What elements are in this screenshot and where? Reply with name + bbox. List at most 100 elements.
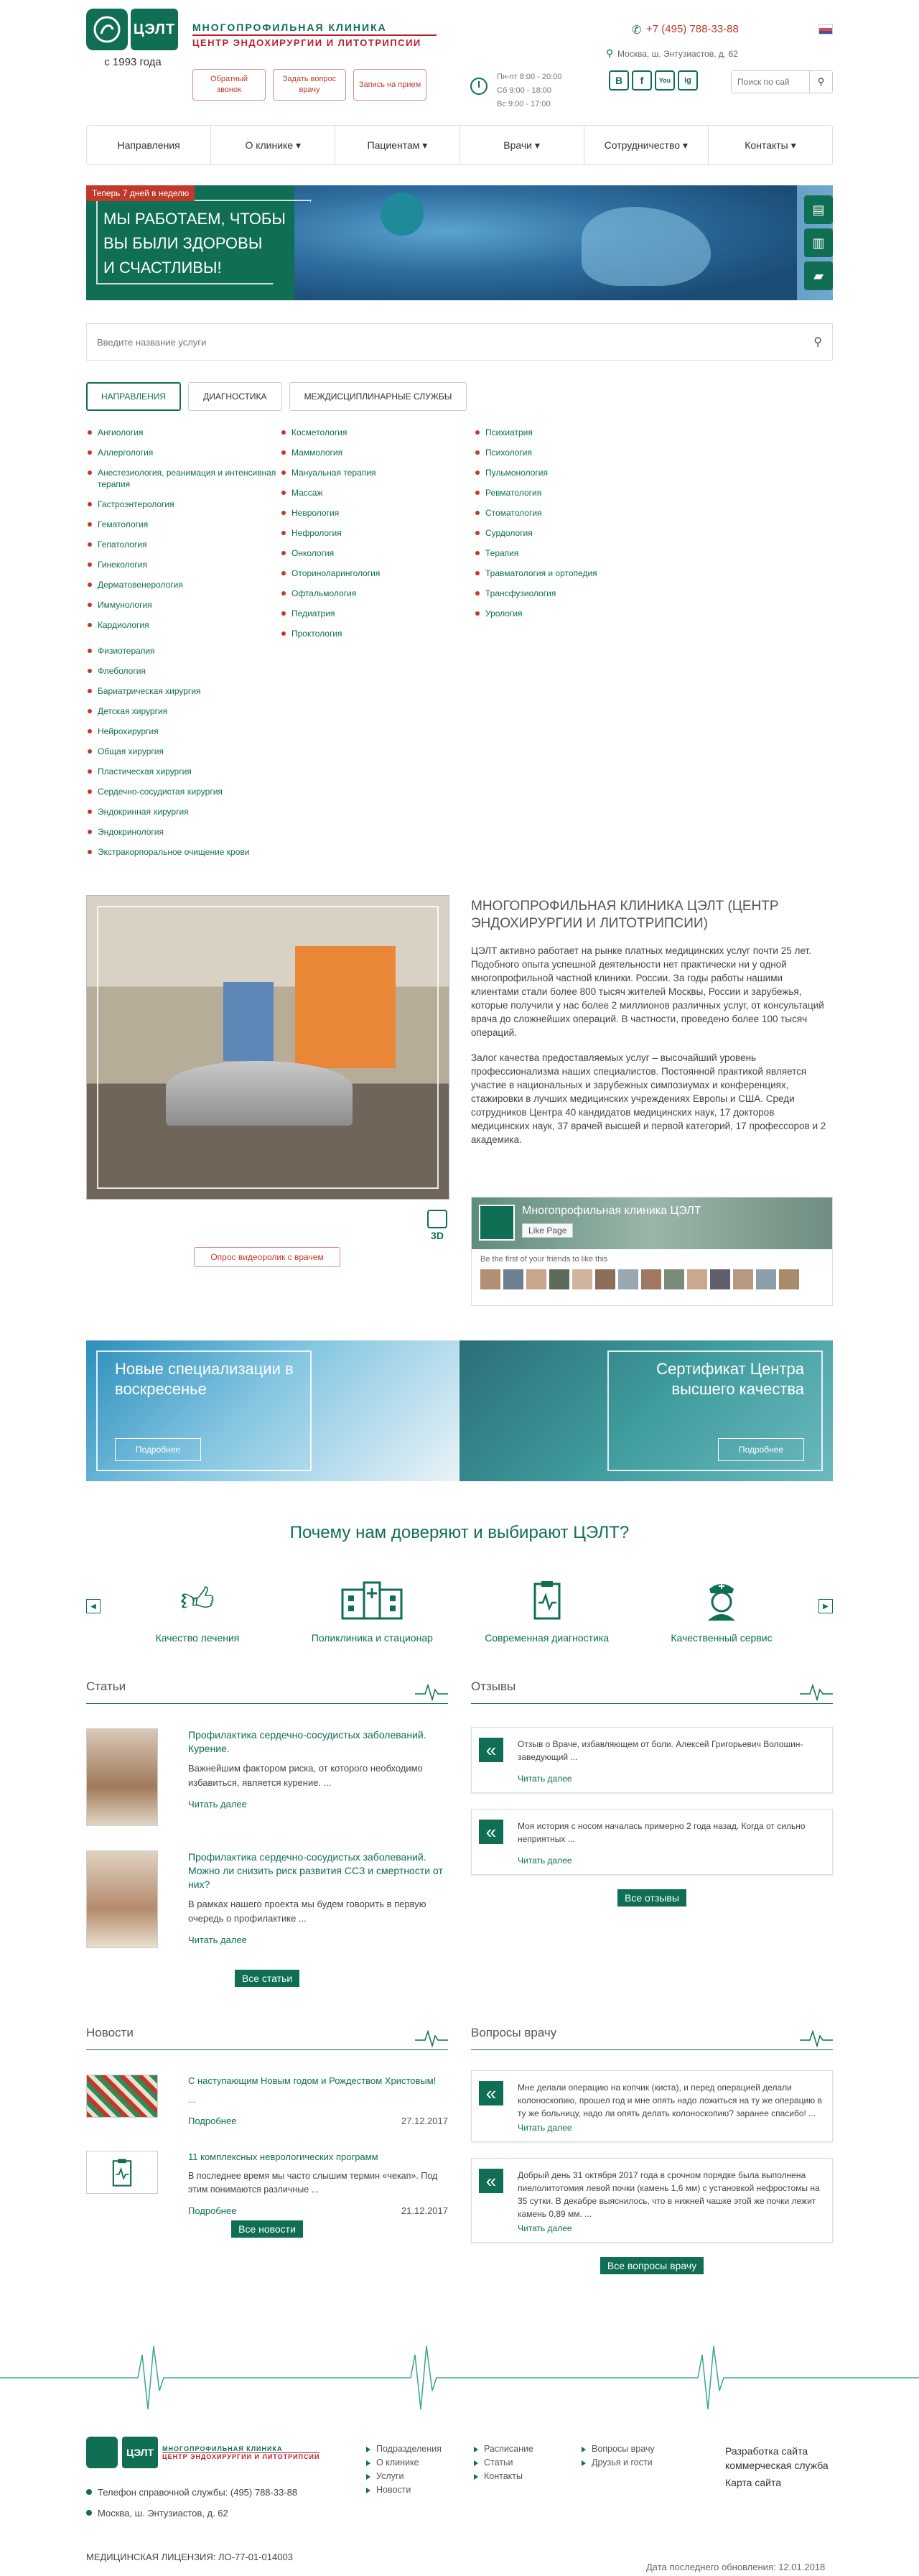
tour-3d-icon[interactable]: 3D — [425, 1210, 449, 1244]
service-link[interactable]: Травматология и ортопедия — [474, 567, 668, 579]
service-link[interactable]: Офтальмология — [280, 588, 474, 599]
read-more-link[interactable]: Читать далее — [188, 1935, 448, 1945]
why-item-quality[interactable]: 👍︎ Качество лечения — [115, 1576, 280, 1644]
service-link[interactable]: Экстракорпоральное очищение крови — [86, 846, 280, 858]
why-item-polyclinic[interactable]: Поликлиника и стационар — [289, 1576, 454, 1644]
service-link[interactable]: Онкология — [280, 547, 474, 559]
footer-link[interactable]: Статьи — [474, 2457, 533, 2468]
footer-link[interactable]: Вопросы врачу — [582, 2444, 655, 2454]
news-title[interactable]: С наступающим Новым годом и Рождеством Х… — [188, 2075, 448, 2088]
service-link[interactable]: Урология — [474, 608, 668, 619]
footer-link[interactable]: Подразделения — [366, 2444, 442, 2454]
service-link[interactable]: Кардиология — [86, 619, 280, 631]
facebook-page-name[interactable]: Многопрофильная клиника ЦЭЛТ — [522, 1205, 701, 1218]
news-more-link[interactable]: Подробнее — [188, 2116, 236, 2126]
promo-sunday[interactable]: Новые специализации в воскресенье Подроб… — [86, 1340, 460, 1481]
service-link[interactable]: Общая хирургия — [86, 746, 280, 757]
service-link[interactable]: Пластическая хирургия — [86, 766, 280, 777]
phone-number[interactable]: +7 (495) 788-33-88 — [646, 23, 739, 35]
service-link[interactable]: Психиатрия — [474, 427, 668, 438]
service-link[interactable]: Сердечно-сосудистая хирургия — [86, 786, 280, 797]
service-link[interactable]: Оториноларингология — [280, 567, 474, 579]
service-link[interactable]: Нейрохирургия — [86, 726, 280, 737]
service-search-input[interactable] — [97, 336, 814, 348]
all-reviews-button[interactable]: Все отзывы — [617, 1889, 686, 1906]
news-thumbnail[interactable] — [86, 2075, 158, 2118]
nav-cooperation[interactable]: Сотрудничество ▾ — [584, 126, 709, 165]
service-link[interactable]: Физиотерапия — [86, 645, 280, 657]
service-link[interactable]: Детская хирургия — [86, 705, 280, 717]
service-link[interactable]: Мануальная терапия — [280, 467, 474, 478]
footer-link[interactable]: Контакты — [474, 2471, 533, 2481]
service-link[interactable]: Ревматология — [474, 487, 668, 499]
appointment-button[interactable]: Запись на прием — [353, 69, 426, 101]
service-link[interactable]: Стоматология — [474, 507, 668, 519]
service-link[interactable]: Гинекология — [86, 559, 280, 570]
service-link[interactable]: Трансфузиология — [474, 588, 668, 599]
article-author-photo[interactable] — [86, 1850, 158, 1948]
service-link[interactable]: Неврология — [280, 507, 474, 519]
service-link[interactable]: Эндокринная хирургия — [86, 806, 280, 817]
service-link[interactable]: Терапия — [474, 547, 668, 559]
article-title[interactable]: Профилактика сердечно-сосудистых заболев… — [188, 1729, 426, 1754]
service-link[interactable]: Гематология — [86, 519, 280, 530]
service-link[interactable]: Косметология — [280, 427, 474, 438]
footer-link[interactable]: Расписание — [474, 2444, 533, 2454]
footer-link[interactable]: Новости — [366, 2485, 442, 2495]
service-link[interactable]: Педиатрия — [280, 608, 474, 619]
facebook-icon[interactable]: f — [632, 70, 652, 91]
footer-link[interactable]: Услуги — [366, 2471, 442, 2481]
why-item-service[interactable]: Качественный сервис — [639, 1576, 804, 1644]
service-link[interactable]: Проктология — [280, 628, 474, 639]
prev-arrow-icon[interactable]: ◀ — [86, 1599, 101, 1613]
service-link[interactable]: Массаж — [280, 487, 474, 499]
service-link[interactable]: Нефрология — [280, 527, 474, 539]
service-link[interactable]: Маммология — [280, 447, 474, 458]
read-more-link[interactable]: Читать далее — [518, 2223, 825, 2233]
service-link[interactable]: Флебология — [86, 665, 280, 677]
read-more-link[interactable]: Читать далее — [518, 1774, 825, 1784]
read-more-link[interactable]: Читать далее — [518, 1855, 825, 1866]
article-author-photo[interactable] — [86, 1728, 158, 1826]
video-survey-button[interactable]: Опрос видеоролик с врачем — [194, 1247, 340, 1267]
next-arrow-icon[interactable]: ▶ — [818, 1599, 833, 1613]
footer-logo[interactable]: ЦЭЛТ МНОГОПРОФИЛЬНАЯ КЛИНИКА ЦЕНТР ЭНДОХ… — [86, 2437, 323, 2468]
book-icon[interactable]: ▥ — [804, 228, 833, 257]
article-title[interactable]: Профилактика сердечно-сосудистых заболев… — [188, 1851, 443, 1890]
english-flag-icon[interactable] — [818, 24, 833, 34]
footer-link[interactable]: О клинике — [366, 2457, 442, 2468]
instagram-icon[interactable]: ig — [678, 70, 698, 91]
sitemap-link[interactable]: Карта сайта — [725, 2475, 833, 2490]
search-icon[interactable]: ⚲ — [809, 71, 832, 93]
service-link[interactable]: Гастроэнтерология — [86, 499, 280, 510]
news-thumbnail[interactable] — [86, 2151, 158, 2194]
service-link[interactable]: Гепатология — [86, 539, 280, 550]
chat-icon[interactable]: ▰ — [804, 261, 833, 290]
vk-icon[interactable]: B — [609, 70, 629, 91]
promo-sunday-button[interactable]: Подробнее — [115, 1438, 201, 1461]
read-more-link[interactable]: Читать далее — [188, 1799, 448, 1810]
hero-banner[interactable]: Теперь 7 дней в неделю МЫ РАБОТАЕМ, ЧТОБ… — [86, 185, 833, 300]
promo-certificate[interactable]: Сертификат Центра высшего качества Подро… — [460, 1340, 833, 1481]
service-link[interactable]: Иммунология — [86, 599, 280, 611]
nav-contacts[interactable]: Контакты ▾ — [709, 126, 832, 165]
all-news-button[interactable]: Все новости — [231, 2220, 303, 2238]
all-articles-button[interactable]: Все статьи — [234, 1970, 300, 1987]
service-link[interactable]: Бариатрическая хирургия — [86, 685, 280, 697]
footer-link[interactable]: Друзья и гости — [582, 2457, 655, 2468]
why-item-diagnostics[interactable]: Современная диагностика — [465, 1576, 630, 1644]
search-icon[interactable]: ⚲ — [813, 335, 822, 349]
site-search-input[interactable] — [732, 71, 809, 93]
all-questions-button[interactable]: Все вопросы врачу — [600, 2257, 704, 2274]
logo[interactable]: ЦЭЛТ с 1993 года — [86, 9, 187, 68]
youtube-icon[interactable]: You — [655, 70, 675, 91]
callback-button[interactable]: Обратный звонок — [192, 69, 266, 101]
service-link[interactable]: Дерматовенерология — [86, 579, 280, 590]
site-developer-link[interactable]: Разработка сайта коммерческая служба — [725, 2444, 833, 2473]
nav-doctors[interactable]: Врачи ▾ — [460, 126, 584, 165]
nav-directions[interactable]: Направления — [87, 126, 212, 165]
promo-certificate-button[interactable]: Подробнее — [718, 1438, 804, 1461]
tab-diagnostics[interactable]: ДИАГНОСТИКА — [188, 382, 282, 411]
service-link[interactable]: Анестезиология, реанимация и интенсивная… — [86, 467, 280, 490]
read-more-link[interactable]: Читать далее — [518, 2123, 825, 2133]
